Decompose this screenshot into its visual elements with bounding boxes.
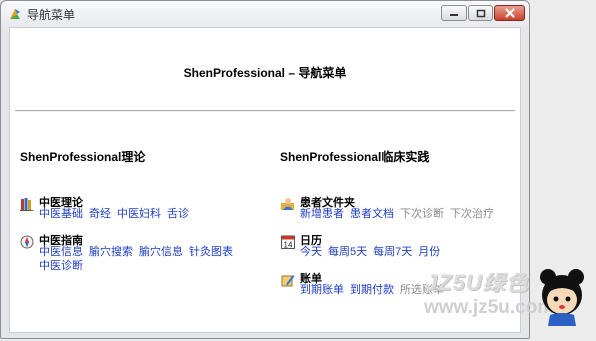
link-week-5days[interactable]: 每周5天 [328,246,367,258]
section-heading-clinical: ShenProfessional临床实践 [280,150,430,164]
link-today[interactable]: 今天 [300,246,322,258]
link-acupoint-search[interactable]: 腧穴搜索 [89,246,133,258]
link-list: 今天 每周5天 每周7天 月份 [300,245,525,259]
link-tongue-diagnosis[interactable]: 舌诊 [167,208,189,220]
link-due-bills[interactable]: 到期账单 [300,284,344,296]
books-icon [20,198,33,211]
minimize-button[interactable] [441,5,467,21]
link-tcm-info[interactable]: 中医信息 [39,246,83,258]
link-list: 新增患者 患者文档 下次诊断 下次治疗 [300,207,525,221]
bill-pen-icon [281,275,295,287]
compass-icon [20,235,34,249]
link-extra-meridians[interactable]: 奇经 [89,208,111,220]
app-icon [10,9,20,19]
patient-folder-icon [281,198,294,210]
link-patient-docs[interactable]: 患者文档 [350,208,394,220]
link-acupoint-info[interactable]: 腧穴信息 [139,246,183,258]
page-title: ShenProfessional – 导航菜单 [183,66,347,80]
section-heading-theory: ShenProfessional理论 [20,150,146,164]
close-button[interactable] [494,5,525,21]
link-new-patient[interactable]: 新增患者 [300,208,344,220]
link-next-treatment: 下次治疗 [450,208,494,220]
link-tcm-gynecology[interactable]: 中医妇科 [117,208,161,220]
link-next-diagnosis: 下次诊断 [400,208,444,220]
link-week-7days[interactable]: 每周7天 [373,246,412,258]
link-tcm-basics[interactable]: 中医基础 [39,208,83,220]
link-list: 中医基础 奇经 中医妇科 舌诊 [39,207,239,221]
calendar-icon: 14 [281,235,295,249]
link-month[interactable]: 月份 [418,246,440,258]
close-icon [504,8,515,18]
minimize-icon [450,14,458,16]
link-tcm-diagnosis[interactable]: 中医诊断 [39,260,83,272]
link-list: 中医信息 腧穴搜索 腧穴信息 针灸图表中医诊断 [39,245,239,273]
window-title: 导航菜单 [27,8,76,22]
link-acupuncture-charts[interactable]: 针灸图表 [189,246,233,258]
title-bar[interactable]: 导航菜单 [1,1,529,27]
mascot-logo-icon [540,269,584,326]
divider [15,110,515,112]
maximize-icon [476,9,485,17]
maximize-button[interactable] [468,5,493,21]
link-due-payments[interactable]: 到期付款 [350,284,394,296]
calendar-day: 14 [284,241,293,250]
